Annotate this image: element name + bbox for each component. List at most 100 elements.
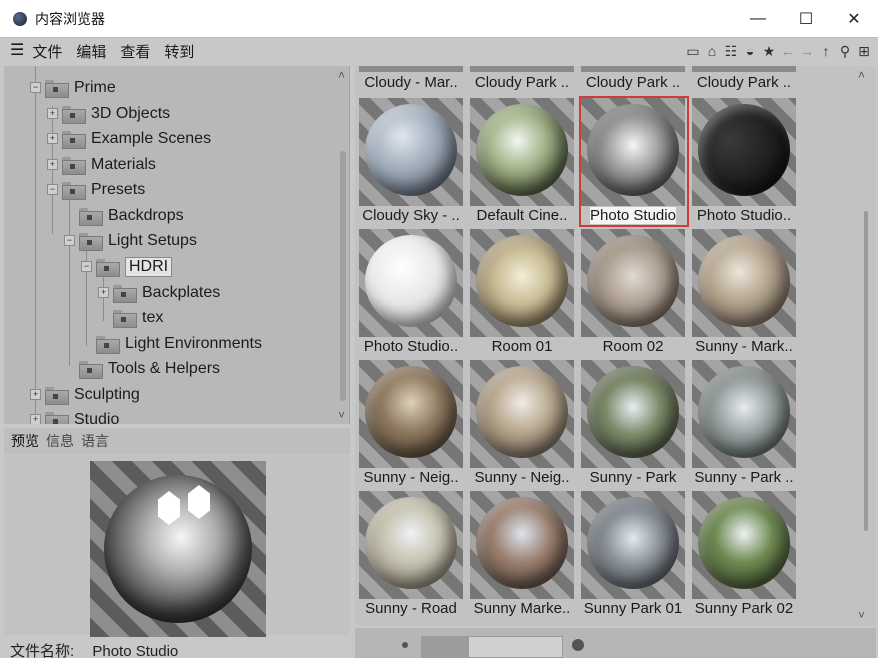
tree-item-tex[interactable]: tex <box>113 305 163 330</box>
maximize-button[interactable]: ☐ <box>782 0 830 38</box>
grid-item-label: Sunny Park 01 <box>583 600 683 617</box>
hdri-thumbnail[interactable]: Sunny - Neig.. <box>466 360 574 490</box>
hdri-thumbnail[interactable]: Photo Studio.. <box>688 98 796 228</box>
expand-icon[interactable]: + <box>30 389 41 400</box>
tree-item-label: HDRI <box>125 256 173 277</box>
menu-goto[interactable]: 转到 <box>164 41 194 62</box>
hdri-thumbnail[interactable]: Sunny - Mark.. <box>688 229 796 359</box>
menu-view[interactable]: 查看 <box>120 41 150 62</box>
grid-scrollbar[interactable] <box>864 211 868 531</box>
menu-edit[interactable]: 编辑 <box>76 41 106 62</box>
expand-icon[interactable]: + <box>47 159 58 170</box>
selected-label: Photo Studio <box>590 207 676 224</box>
scroll-down-icon[interactable]: ˅ <box>338 408 345 422</box>
tree-item-label: tex <box>142 308 164 326</box>
thumbnail-image <box>359 98 463 206</box>
grid-item-label: Photo Studio <box>577 207 689 227</box>
tree-item-studio[interactable]: + Studio <box>30 407 119 424</box>
grid-item-label[interactable]: Cloudy Park .. <box>688 74 800 91</box>
collapse-icon[interactable]: − <box>81 261 92 272</box>
add-icon[interactable]: ⊞ <box>856 42 872 60</box>
hdri-sphere <box>587 497 679 589</box>
hdri-thumbnail[interactable]: Photo Studio.. <box>355 229 463 359</box>
grid-item-label: Sunny - Mark.. <box>695 338 793 355</box>
collapse-icon[interactable]: − <box>64 235 75 246</box>
list-view-icon[interactable]: ▭ <box>685 42 701 60</box>
hdri-icon[interactable]: ◒ <box>742 42 758 60</box>
grid-item-label: Cloudy Sky - .. <box>362 207 460 224</box>
hdri-thumbnail[interactable]: Room 02 <box>577 229 685 359</box>
hdri-thumbnail[interactable]: Default Cine.. <box>466 98 574 228</box>
hdri-thumbnail[interactable]: Sunny - Neig.. <box>355 360 463 490</box>
tab-info[interactable]: 信息 <box>46 431 74 451</box>
filter-icon[interactable]: ☷ <box>723 42 739 60</box>
zoom-in-icon[interactable] <box>572 639 584 651</box>
tree-item-label: Light Environments <box>125 334 262 352</box>
minimize-button[interactable]: — <box>734 0 782 38</box>
hdri-thumbnail[interactable]: Sunny - Park .. <box>688 360 796 490</box>
star-icon[interactable]: ★ <box>761 42 777 60</box>
file-name-value: Photo Studio <box>92 643 179 658</box>
hdri-thumbnail[interactable]: Sunny Park 01 <box>577 491 685 621</box>
hdri-sphere <box>698 497 790 589</box>
close-button[interactable]: ✕ <box>830 0 878 38</box>
tree-item-example-scenes[interactable]: + Example Scenes <box>47 126 211 151</box>
thumbnail-image <box>470 229 574 337</box>
menu-file[interactable]: 文件 <box>32 41 62 62</box>
thumbnail-grid: Cloudy - Mar.. Cloudy Park .. Cloudy Par… <box>355 66 876 626</box>
folder-tree: − Prime + 3D Objects + Example Scenes + … <box>4 66 350 424</box>
hdri-thumbnail[interactable]: Cloudy Sky - .. <box>355 98 463 228</box>
hdri-sphere <box>476 235 568 327</box>
expand-icon[interactable]: + <box>47 108 58 119</box>
hdri-sphere <box>365 235 457 327</box>
tree-item-backdrops[interactable]: Backdrops <box>79 203 184 228</box>
home-icon[interactable]: ⌂ <box>704 42 720 60</box>
tree-item-sculpting[interactable]: + Sculpting <box>30 382 140 407</box>
hamburger-menu-icon[interactable]: ☰ <box>10 43 24 59</box>
tree-item-light-setups[interactable]: − Light Setups <box>64 228 197 253</box>
window-controls: — ☐ ✕ <box>734 0 878 38</box>
expand-icon[interactable]: + <box>47 133 58 144</box>
grid-item-label[interactable]: Cloudy Park .. <box>466 74 578 91</box>
hdri-thumbnail[interactable]: Room 01 <box>466 229 574 359</box>
tree-item-prime[interactable]: − Prime <box>30 75 116 100</box>
scroll-up-icon[interactable]: ˄ <box>338 68 345 82</box>
toolbar: ▭ ⌂ ☷ ◒ ★ ← → ↑ ⚲ ⊞ <box>685 40 872 62</box>
search-icon[interactable]: ⚲ <box>837 42 853 60</box>
expand-icon[interactable]: + <box>30 414 41 424</box>
tree-item-light-environments[interactable]: Light Environments <box>96 331 262 356</box>
tree-scrollbar[interactable] <box>340 151 346 401</box>
zoom-slider-bar <box>355 628 876 658</box>
grid-item-label[interactable]: Cloudy - Mar.. <box>355 74 467 91</box>
back-icon[interactable]: ← <box>780 42 796 60</box>
zoom-slider-handle[interactable] <box>421 636 469 658</box>
scroll-down-icon[interactable]: ˅ <box>858 608 865 622</box>
up-icon[interactable]: ↑ <box>818 42 834 60</box>
tab-language[interactable]: 语言 <box>81 431 109 451</box>
hdri-thumbnail[interactable]: Sunny Park 02 <box>688 491 796 621</box>
tree-item-label: 3D Objects <box>91 104 171 122</box>
zoom-out-icon[interactable] <box>402 642 408 648</box>
hdri-sphere <box>365 104 457 196</box>
scroll-up-icon[interactable]: ˄ <box>858 68 865 82</box>
forward-icon[interactable]: → <box>799 42 815 60</box>
tree-item-3d-objects[interactable]: + 3D Objects <box>47 101 170 126</box>
tree-item-hdri[interactable]: − HDRI <box>81 254 173 279</box>
hdri-thumbnail[interactable]: Sunny Marke.. <box>466 491 574 621</box>
tree-item-label: Light Setups <box>108 231 197 249</box>
hdri-sphere <box>698 366 790 458</box>
hdri-thumbnail[interactable]: Photo Studio <box>577 96 689 228</box>
tree-item-presets[interactable]: − Presets <box>47 177 145 202</box>
hdri-thumbnail[interactable]: Sunny - Park <box>577 360 685 490</box>
grid-item-label[interactable]: Cloudy Park .. <box>577 74 689 91</box>
tree-item-tools-helpers[interactable]: Tools & Helpers <box>79 356 220 381</box>
tab-preview[interactable]: 预览 <box>11 431 39 451</box>
collapse-icon[interactable]: − <box>30 82 41 93</box>
hdri-sphere <box>587 235 679 327</box>
tree-item-backplates[interactable]: + Backplates <box>98 280 220 305</box>
grid-item-label: Photo Studio.. <box>363 338 459 355</box>
hdri-thumbnail[interactable]: Sunny - Road <box>355 491 463 621</box>
collapse-icon[interactable]: − <box>47 184 58 195</box>
tree-item-materials[interactable]: + Materials <box>47 152 156 177</box>
expand-icon[interactable]: + <box>98 287 109 298</box>
